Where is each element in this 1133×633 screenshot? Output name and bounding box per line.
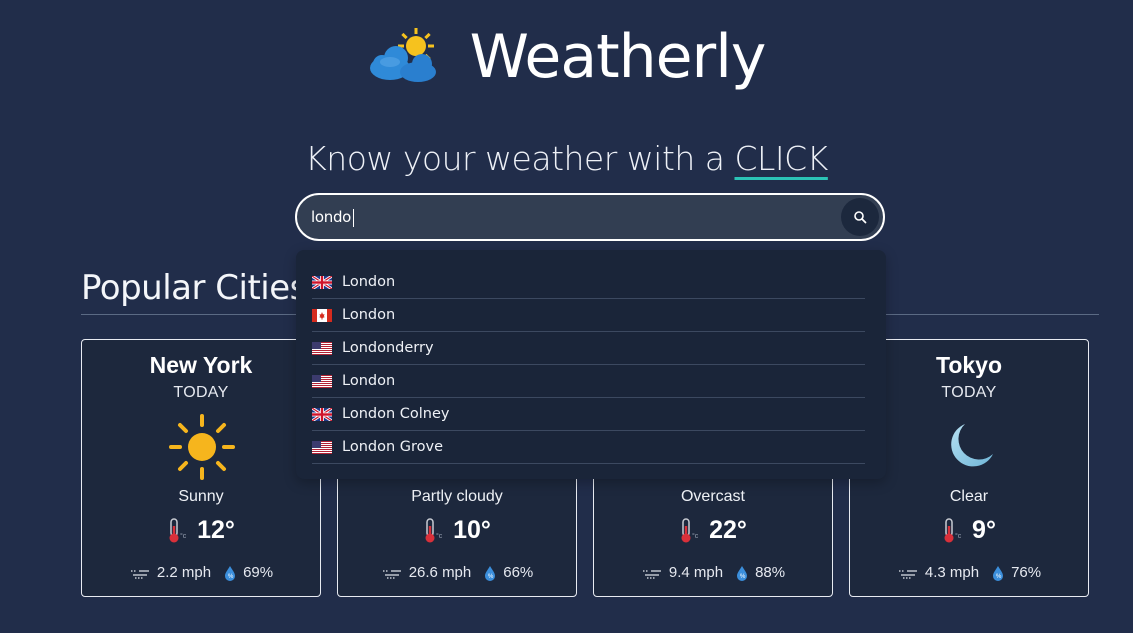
card-temperature: 22° <box>709 516 747 544</box>
card-humidity: 88% <box>755 564 786 581</box>
suggestion-item[interactable]: London <box>311 266 865 299</box>
suggestion-item[interactable]: Londonderry <box>312 332 865 365</box>
text-cursor <box>353 209 354 227</box>
svg-text:%: % <box>228 574 234 580</box>
svg-text:%: % <box>740 574 746 580</box>
suggestion-label: London <box>342 274 396 290</box>
cloud-sun-logo-icon <box>368 26 444 88</box>
card-temperature: 9° <box>972 516 996 544</box>
suggestion-item[interactable]: London <box>312 365 865 398</box>
card-temp-row: °c 10° <box>338 516 576 545</box>
moon-icon <box>935 412 1005 482</box>
svg-text:%: % <box>488 574 494 580</box>
card-condition: Sunny <box>178 488 224 505</box>
svg-text:°c: °c <box>692 532 699 540</box>
card-temp-row: °c 22° <box>594 516 832 545</box>
canada-flag-icon <box>312 308 332 322</box>
card-meta: 4.3 mph % 76% <box>850 564 1088 581</box>
card-temp-row: °c 9° <box>850 516 1088 545</box>
card-meta: 2.2 mph % 69% <box>82 564 320 581</box>
card-condition: Partly cloudy <box>411 488 503 505</box>
suggestion-item[interactable]: London Colney <box>311 398 865 431</box>
wind-icon <box>642 569 661 579</box>
sun-icon <box>167 412 237 482</box>
card-temperature: 10° <box>453 516 491 544</box>
card-humidity: 76% <box>1011 564 1042 581</box>
card-wind: 2.2 mph <box>156 564 212 581</box>
card-wind: 26.6 mph <box>408 564 472 581</box>
thermometer-icon: °c <box>169 517 187 542</box>
svg-text:%: % <box>996 574 1002 580</box>
thermometer-icon: °c <box>425 517 443 542</box>
suggestion-label: London <box>342 373 396 389</box>
us-flag-icon <box>312 374 332 388</box>
search-suggestions-dropdown: London London Londonderry London London … <box>296 250 886 479</box>
svg-text:°c: °c <box>436 532 443 540</box>
search-box <box>295 193 885 241</box>
app-header: Weatherly <box>0 22 1133 92</box>
uk-flag-icon <box>311 406 333 422</box>
search-input[interactable] <box>297 195 841 239</box>
card-humidity: 69% <box>243 564 274 581</box>
card-meta: 9.4 mph % 88% <box>594 564 832 581</box>
suggestion-label: London <box>342 307 396 323</box>
us-flag-icon <box>312 341 332 355</box>
uk-flag-icon <box>311 274 333 290</box>
popular-cities-title: Popular Cities <box>81 268 307 308</box>
suggestion-label: London Grove <box>342 439 444 455</box>
wind-icon <box>382 569 401 579</box>
city-card[interactable]: New York TODAY Sunny °c 12° 2.2 mph % 69… <box>81 339 321 597</box>
humidity-drop-icon: % <box>737 565 748 581</box>
suggestion-item[interactable]: London <box>312 299 865 332</box>
svg-text:°c: °c <box>955 532 962 540</box>
card-humidity: 66% <box>503 564 534 581</box>
card-wind: 4.3 mph <box>924 564 980 581</box>
wind-icon <box>898 569 917 579</box>
card-meta: 26.6 mph % 66% <box>338 564 576 581</box>
search-icon <box>854 211 867 224</box>
card-temperature: 12° <box>197 516 235 544</box>
suggestion-label: London Colney <box>342 406 450 422</box>
svg-text:°c: °c <box>180 532 187 540</box>
card-day: TODAY <box>173 384 229 401</box>
app-title: Weatherly <box>469 22 767 92</box>
card-condition: Clear <box>949 488 989 505</box>
thermometer-icon: °c <box>944 517 962 542</box>
card-temp-row: °c 12° <box>82 516 320 545</box>
card-wind: 9.4 mph <box>668 564 724 581</box>
card-condition: Overcast <box>680 488 745 505</box>
tagline-text: Know your weather with a <box>305 139 735 178</box>
humidity-drop-icon: % <box>993 565 1004 581</box>
us-flag-icon <box>312 440 332 454</box>
search-button[interactable] <box>841 198 879 236</box>
card-city: New York <box>149 352 253 378</box>
humidity-drop-icon: % <box>485 565 496 581</box>
wind-icon <box>130 569 149 579</box>
humidity-drop-icon: % <box>225 565 236 581</box>
thermometer-icon: °c <box>681 517 699 542</box>
tagline: Know your weather with a CLICK <box>0 139 1133 178</box>
suggestion-label: Londonderry <box>342 340 434 356</box>
suggestion-item[interactable]: London Grove <box>312 431 865 464</box>
tagline-highlight: CLICK <box>734 139 829 178</box>
